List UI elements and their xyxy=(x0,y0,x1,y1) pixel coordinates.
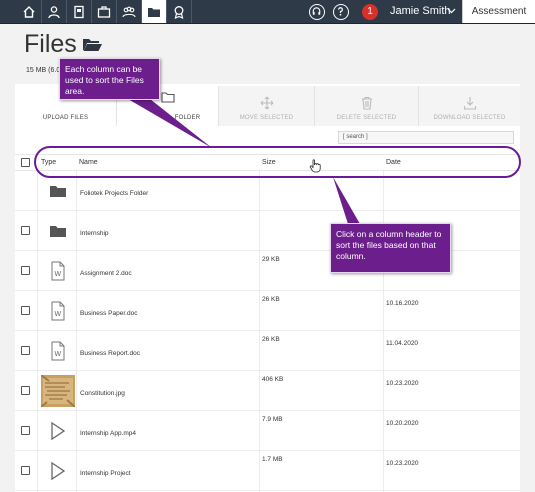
file-date: 10.16.2020 xyxy=(386,300,419,307)
move-selected-label: MOVE SELECTED xyxy=(239,115,294,121)
file-name[interactable]: Foliotek Projects Folder xyxy=(80,190,148,197)
open-folder-icon xyxy=(83,39,102,51)
award-icon xyxy=(174,5,184,19)
headset-icon xyxy=(312,7,321,15)
table-row[interactable]: Internship App.mp4 7.9 MB 10.20.2020 xyxy=(15,411,520,451)
table-row[interactable]: W Business Paper.doc 26 KB 10.16.2020 xyxy=(15,291,520,331)
support-button[interactable] xyxy=(309,4,325,20)
file-name[interactable]: Business Report.doc xyxy=(80,350,140,357)
header-highlight-ellipse xyxy=(34,146,521,178)
profile-icon xyxy=(48,5,60,18)
file-name[interactable]: Internship App.mp4 xyxy=(80,430,136,437)
row-checkbox[interactable] xyxy=(21,466,30,475)
nav-portfolio[interactable] xyxy=(67,0,92,23)
file-size: 29 KB xyxy=(262,256,280,263)
help-icon xyxy=(338,7,343,16)
word-doc-icon: W xyxy=(51,261,65,281)
home-icon xyxy=(23,5,35,18)
video-play-icon xyxy=(51,421,66,441)
file-size: 26 KB xyxy=(262,336,280,343)
file-name[interactable]: Assignment 2.doc xyxy=(80,270,132,277)
file-size: 1.7 MB xyxy=(262,456,283,463)
file-date: 10.23.2020 xyxy=(386,460,419,467)
table-row[interactable]: Constitution.jpg 406 KB 10.23.2020 xyxy=(15,371,520,411)
move-selected-button[interactable]: MOVE SELECTED xyxy=(219,86,315,126)
file-size: 7.9 MB xyxy=(262,416,283,423)
nav-home[interactable] xyxy=(17,0,42,23)
svg-text:W: W xyxy=(55,351,62,358)
row-checkbox[interactable] xyxy=(21,306,30,315)
file-size: 26 KB xyxy=(262,296,280,303)
folder-icon xyxy=(50,226,66,237)
file-size: 406 KB xyxy=(262,376,284,383)
file-name[interactable]: Internship Project xyxy=(80,470,131,477)
storage-quota: 15 MB (6.0 xyxy=(26,67,61,74)
select-all-checkbox[interactable] xyxy=(21,158,30,167)
table-row[interactable]: W Business Report.doc 26 KB 11.04.2020 xyxy=(15,331,520,371)
nav-briefcase[interactable] xyxy=(92,0,117,23)
svg-text:W: W xyxy=(55,271,62,278)
video-play-icon xyxy=(51,461,66,481)
user-menu[interactable]: Jamie Smith xyxy=(390,5,451,17)
file-date: 10.23.2020 xyxy=(386,380,419,387)
nav-files[interactable] xyxy=(142,0,167,23)
folder-outline-icon xyxy=(161,92,175,103)
trash-icon xyxy=(361,96,372,110)
file-name[interactable]: Internship xyxy=(80,230,109,237)
file-name[interactable]: Constitution.jpg xyxy=(80,390,125,397)
top-nav-bar: 1 Jamie Smith Assessment xyxy=(0,0,535,24)
delete-selected-label: DELETE SELECTED xyxy=(336,115,397,121)
nav-groups[interactable] xyxy=(117,0,142,23)
word-doc-icon: W xyxy=(51,301,65,321)
upload-files-label: UPLOAD FILES xyxy=(42,115,89,121)
briefcase-icon xyxy=(97,5,111,18)
search-input[interactable]: [ search ] xyxy=(338,131,514,144)
row-checkbox[interactable] xyxy=(21,386,30,395)
image-thumbnail xyxy=(41,375,75,407)
new-folder-label: FOLDER xyxy=(174,115,201,121)
row-checkbox[interactable] xyxy=(21,226,30,235)
portfolio-book-icon xyxy=(74,5,84,18)
groups-icon xyxy=(122,6,136,17)
delete-selected-button[interactable]: DELETE SELECTED xyxy=(315,86,419,126)
download-selected-button[interactable]: DOWNLOAD SELECTED xyxy=(419,86,520,126)
folder-icon xyxy=(50,186,66,197)
svg-text:W: W xyxy=(55,311,62,318)
notification-badge[interactable]: 1 xyxy=(362,4,378,20)
word-doc-icon: W xyxy=(51,341,65,361)
chevron-down-icon[interactable] xyxy=(447,5,456,17)
nav-awards[interactable] xyxy=(167,0,192,23)
move-arrows-icon xyxy=(260,96,273,110)
page-title: Files xyxy=(24,30,77,58)
assessment-tab[interactable]: Assessment xyxy=(462,0,535,23)
row-checkbox[interactable] xyxy=(21,346,30,355)
sort-tip-callout: Each column can be used to sort the File… xyxy=(59,58,160,100)
file-date: 11.04.2020 xyxy=(386,340,419,347)
file-name[interactable]: Business Paper.doc xyxy=(80,310,137,317)
help-button[interactable] xyxy=(333,4,349,20)
header-tip-callout: Click on a column header to sort the fil… xyxy=(330,223,451,273)
nav-profile[interactable] xyxy=(42,0,67,23)
hand-cursor-icon xyxy=(309,159,321,173)
file-date: 10.20.2020 xyxy=(386,420,419,427)
folder-icon xyxy=(148,7,160,17)
table-row[interactable]: Internship Project 1.7 MB 10.23.2020 xyxy=(15,451,520,491)
row-checkbox[interactable] xyxy=(21,266,30,275)
download-icon xyxy=(463,97,476,110)
row-checkbox[interactable] xyxy=(21,426,30,435)
download-selected-label: DOWNLOAD SELECTED xyxy=(433,115,506,121)
